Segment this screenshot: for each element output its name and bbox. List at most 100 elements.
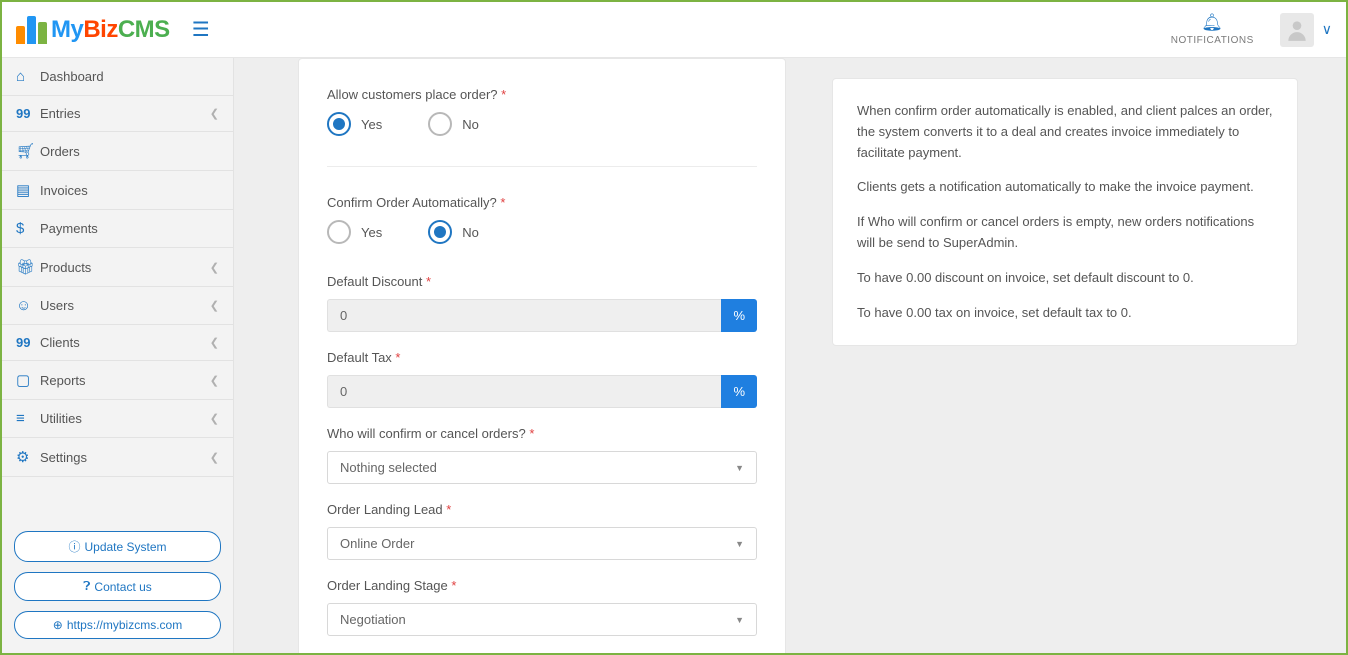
info-paragraph: If Who will confirm or cancel orders is … xyxy=(857,212,1273,254)
contact-us-button[interactable]: ❓︎ Contact us xyxy=(14,572,221,601)
sidebar-item-settings[interactable]: ⚙︎ Settings ❮ xyxy=(2,438,233,477)
confirm-auto-label: Confirm Order Automatically? * xyxy=(327,195,757,210)
entries-icon: 99 xyxy=(16,106,40,121)
who-confirm-select[interactable]: Nothing selected ▼ xyxy=(327,451,757,484)
logo-biz: Biz xyxy=(83,16,118,44)
confirm-yes-radio[interactable]: Yes xyxy=(327,220,382,244)
percent-addon: % xyxy=(721,299,757,332)
caret-down-icon: ▼ xyxy=(735,463,744,473)
chevron-down-icon: ∨ xyxy=(1322,21,1332,38)
list-icon: ≡ xyxy=(16,410,40,427)
select-value: Online Order xyxy=(340,536,414,551)
sidebar-item-entries[interactable]: 99 Entries ❮ xyxy=(2,96,233,132)
notifications-label: NOTIFICATIONS xyxy=(1171,35,1254,46)
default-tax-label: Default Tax * xyxy=(327,350,757,365)
info-paragraph: When confirm order automatically is enab… xyxy=(857,101,1273,163)
confirm-no-radio[interactable]: No xyxy=(428,220,479,244)
logo-cms: CMS xyxy=(118,16,170,44)
person-icon: ☺︎ xyxy=(16,297,40,314)
chevron-left-icon: ❮ xyxy=(210,261,219,274)
clients-icon: 99 xyxy=(16,335,40,350)
stage-label: Order Landing Stage * xyxy=(327,578,757,593)
update-system-button[interactable]: ⓘ Update System xyxy=(14,531,221,562)
allow-customers-radio-group: Yes No xyxy=(327,112,757,136)
invoice-icon: ▤ xyxy=(16,181,40,199)
percent-addon: % xyxy=(721,375,757,408)
sidebar-item-products[interactable]: 🎁︎ Products ❮ xyxy=(2,248,233,287)
logo[interactable]: MyBizCMS xyxy=(16,16,170,44)
caret-down-icon: ▼ xyxy=(735,539,744,549)
site-url-label: https://mybizcms.com xyxy=(67,618,182,632)
sidebar-item-users[interactable]: ☺︎ Users ❮ xyxy=(2,287,233,325)
info-panel: When confirm order automatically is enab… xyxy=(832,78,1298,346)
sidebar: ⌂ Dashboard 99 Entries ❮ 🛒︎ Orders ▤ Inv… xyxy=(2,58,234,653)
who-confirm-label: Who will confirm or cancel orders? * xyxy=(327,426,757,441)
sidebar-item-label: Settings xyxy=(40,450,210,465)
info-paragraph: To have 0.00 discount on invoice, set de… xyxy=(857,268,1273,289)
logo-bars-icon xyxy=(16,16,47,44)
chevron-left-icon: ❮ xyxy=(210,451,219,464)
site-url-button[interactable]: ⊕ https://mybizcms.com xyxy=(14,611,221,639)
sidebar-nav: ⌂ Dashboard 99 Entries ❮ 🛒︎ Orders ▤ Inv… xyxy=(2,58,233,517)
info-icon: ⓘ xyxy=(68,538,80,555)
sidebar-item-label: Invoices xyxy=(40,183,219,198)
hamburger-icon[interactable]: ☰ xyxy=(192,17,210,42)
sidebar-item-clients[interactable]: 99 Clients ❮ xyxy=(2,325,233,361)
book-icon: ▢ xyxy=(16,371,40,389)
info-paragraph: Clients gets a notification automaticall… xyxy=(857,177,1273,198)
sidebar-item-label: Dashboard xyxy=(40,69,219,84)
allow-customers-label: Allow customers place order? * xyxy=(327,87,757,102)
avatar xyxy=(1280,13,1314,47)
sidebar-item-label: Clients xyxy=(40,335,210,350)
allow-no-radio[interactable]: No xyxy=(428,112,479,136)
select-value: Nothing selected xyxy=(340,460,437,475)
default-tax-input[interactable] xyxy=(327,375,721,408)
sidebar-item-orders[interactable]: 🛒︎ Orders xyxy=(2,132,233,171)
radio-label: Yes xyxy=(361,117,382,132)
radio-label: Yes xyxy=(361,225,382,240)
confirm-auto-radio-group: Yes No xyxy=(327,220,757,244)
gear-icon: ⚙︎ xyxy=(16,448,40,466)
sidebar-item-utilities[interactable]: ≡ Utilities ❮ xyxy=(2,400,233,438)
sidebar-item-dashboard[interactable]: ⌂ Dashboard xyxy=(2,58,233,96)
bell-icon: 🔔︎ xyxy=(1201,13,1223,33)
user-menu[interactable]: ∨ xyxy=(1280,13,1332,47)
question-icon: ❓︎ xyxy=(83,579,90,594)
sidebar-item-label: Orders xyxy=(40,144,219,159)
stage-select[interactable]: Negotiation ▼ xyxy=(327,603,757,636)
chevron-left-icon: ❮ xyxy=(210,412,219,425)
caret-down-icon: ▼ xyxy=(735,615,744,625)
select-value: Negotiation xyxy=(340,612,406,627)
user-icon xyxy=(1284,17,1310,43)
notifications-button[interactable]: 🔔︎ NOTIFICATIONS xyxy=(1171,13,1254,46)
info-paragraph: To have 0.00 tax on invoice, set default… xyxy=(857,303,1273,324)
lead-select[interactable]: Online Order ▼ xyxy=(327,527,757,560)
chevron-left-icon: ❮ xyxy=(210,299,219,312)
sidebar-item-reports[interactable]: ▢ Reports ❮ xyxy=(2,361,233,400)
allow-yes-radio[interactable]: Yes xyxy=(327,112,382,136)
sidebar-item-label: Users xyxy=(40,298,210,313)
home-icon: ⌂ xyxy=(16,68,40,85)
gift-icon: 🎁︎ xyxy=(16,258,40,276)
order-settings-panel: Allow customers place order? * Yes No xyxy=(298,58,786,653)
sidebar-item-payments[interactable]: $ Payments xyxy=(2,210,233,248)
cart-icon: 🛒︎ xyxy=(16,142,40,160)
sidebar-item-label: Reports xyxy=(40,373,210,388)
contact-us-label: Contact us xyxy=(94,580,151,594)
radio-label: No xyxy=(462,225,479,240)
sidebar-item-label: Utilities xyxy=(40,411,210,426)
main-content: Allow customers place order? * Yes No xyxy=(234,58,1346,653)
chevron-left-icon: ❮ xyxy=(210,107,219,120)
sidebar-footer: ⓘ Update System ❓︎ Contact us ⊕ https://… xyxy=(2,517,233,653)
topbar: MyBizCMS ☰ 🔔︎ NOTIFICATIONS ∨ xyxy=(2,2,1346,58)
default-discount-label: Default Discount * xyxy=(327,274,757,289)
sidebar-item-invoices[interactable]: ▤ Invoices xyxy=(2,171,233,210)
globe-icon: ⊕ xyxy=(53,618,63,632)
default-discount-input[interactable] xyxy=(327,299,721,332)
radio-label: No xyxy=(462,117,479,132)
dollar-icon: $ xyxy=(16,220,40,237)
lead-label: Order Landing Lead * xyxy=(327,502,757,517)
sidebar-item-label: Payments xyxy=(40,221,219,236)
sidebar-item-label: Entries xyxy=(40,106,210,121)
sidebar-item-label: Products xyxy=(40,260,210,275)
